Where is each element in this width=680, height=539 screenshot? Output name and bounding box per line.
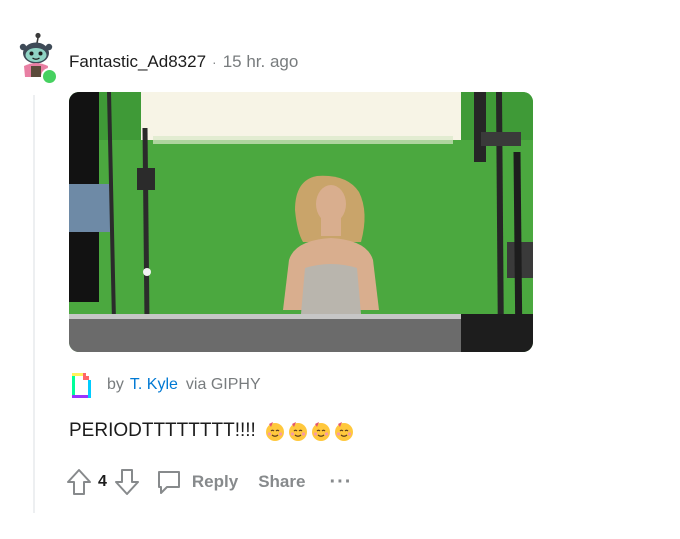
partying-face-icon bbox=[288, 422, 307, 441]
gif-author-link[interactable]: T. Kyle bbox=[130, 376, 178, 394]
reply-label: Reply bbox=[191, 472, 239, 491]
comment-bubble-icon bbox=[157, 471, 180, 494]
partying-face-icon bbox=[265, 422, 284, 441]
downvote-arrow-icon[interactable] bbox=[114, 468, 140, 496]
giphy-gif[interactable] bbox=[69, 92, 533, 352]
gif-attribution: by T. Kyle via GIPHY bbox=[69, 370, 261, 400]
online-status-dot bbox=[41, 68, 58, 85]
username-link[interactable]: Fantastic_Ad8327 bbox=[69, 52, 206, 72]
more-options-icon: ··· bbox=[329, 471, 353, 493]
partying-face-icon bbox=[334, 422, 353, 441]
share-button[interactable]: Share bbox=[258, 472, 305, 492]
comment-actions: 4 Reply Share ··· bbox=[66, 466, 352, 498]
upvote-arrow-icon[interactable] bbox=[66, 468, 92, 496]
more-options-button[interactable]: ··· bbox=[329, 472, 352, 492]
partying-face-icon bbox=[311, 422, 330, 441]
share-label: Share bbox=[258, 472, 306, 491]
thread-line[interactable] bbox=[33, 95, 35, 513]
vote-score: 4 bbox=[98, 473, 107, 490]
emoji-group bbox=[264, 420, 356, 442]
meta-separator: · bbox=[212, 54, 217, 70]
reply-button[interactable]: Reply bbox=[154, 467, 238, 497]
comment-body: PERIODTTTTTTTT!!!! bbox=[69, 420, 356, 442]
comment-header: Fantastic_Ad8327 · 15 hr. ago bbox=[69, 52, 298, 72]
giphy-logo-icon bbox=[72, 373, 91, 398]
timestamp-link[interactable]: 15 hr. ago bbox=[223, 52, 299, 72]
comment-text: PERIODTTTTTTTT!!!! bbox=[69, 420, 256, 441]
attribution-prefix: by bbox=[107, 376, 124, 393]
attribution-source: via GIPHY bbox=[185, 376, 261, 393]
